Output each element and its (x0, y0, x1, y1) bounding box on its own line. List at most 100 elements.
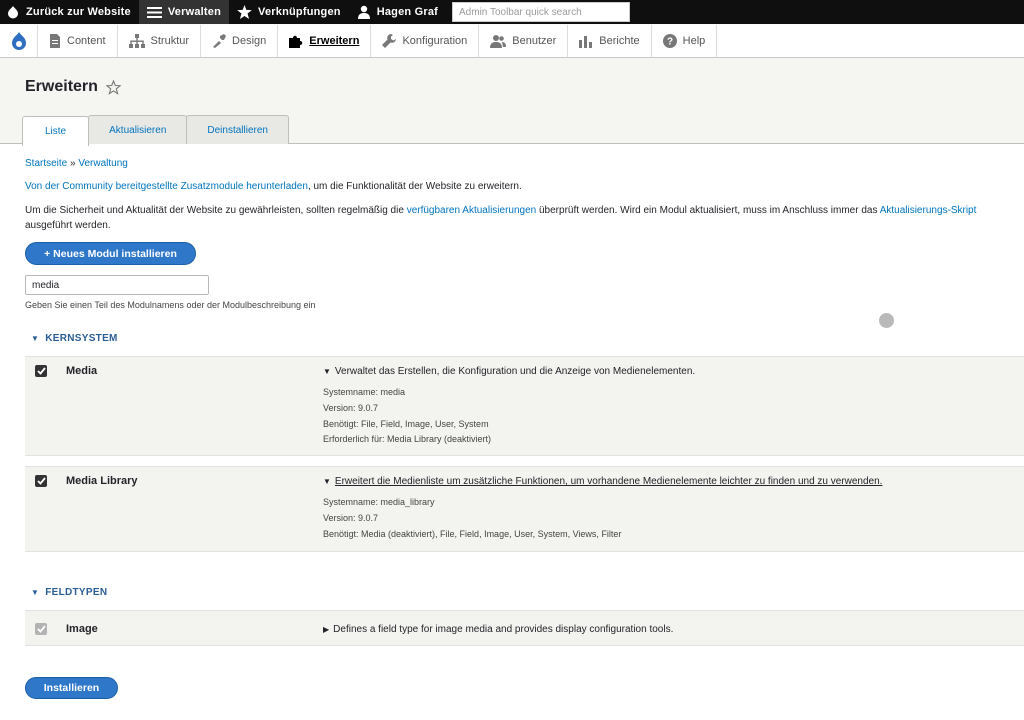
shortcuts-toolbar-item[interactable]: Verknüpfungen (229, 0, 349, 24)
svg-text:?: ? (667, 37, 673, 48)
tab-label: Aktualisieren (109, 124, 167, 136)
checkmark-icon (36, 367, 46, 375)
expand-triangle-icon: ▼ (323, 367, 331, 376)
user-toolbar-item[interactable]: Hagen Graf (349, 0, 446, 24)
breadcrumb-separator: » (70, 158, 76, 169)
tray-item-content[interactable]: Content (38, 25, 118, 57)
page-header: Erweitern Liste Aktualisieren Deinstalli… (0, 58, 1024, 146)
group-toggle-field-types[interactable]: ▼ FELDTYPEN (31, 587, 107, 598)
back-to-site-label: Zurück zur Website (26, 6, 131, 18)
module-version: Version: 9.0.7 (323, 403, 379, 413)
module-description-toggle[interactable]: ▼ Erweitert die Medienliste um zusätzlich… (323, 476, 882, 487)
extend-icon (289, 35, 303, 48)
tray-item-appearance[interactable]: Design (201, 25, 279, 57)
manage-toolbar-item[interactable]: Verwalten (138, 0, 230, 24)
update-script-link[interactable]: Aktualisierungs-Skript (880, 205, 977, 216)
group-toggle-core[interactable]: ▼ KERNSYSTEM (31, 333, 118, 344)
content-icon (50, 34, 60, 48)
security-text: Um die Sicherheit und Aktualität der Web… (25, 205, 407, 216)
tray-item-people[interactable]: Benutzer (479, 25, 569, 57)
module-machine-name: Systemname: media (323, 387, 406, 397)
manage-label: Verwalten (167, 6, 222, 18)
module-checkbox-image (35, 623, 47, 635)
download-modules-link[interactable]: Von der Community bereitgestellte Zusatz… (25, 181, 308, 192)
tab-update[interactable]: Aktualisieren (88, 115, 188, 144)
intro-paragraph: Von der Community bereitgestellte Zusatz… (25, 180, 1015, 194)
drupal-icon (8, 6, 18, 19)
tray-item-extend[interactable]: Erweitern (278, 25, 372, 57)
admin-menu-tray: Content Struktur Design Erweitern Konfig… (0, 25, 1024, 58)
help-icon: ? (662, 34, 677, 48)
available-updates-link[interactable]: verfügbaren Aktualisierungen (407, 205, 537, 216)
tray-item-label: Konfiguration (402, 35, 468, 47)
module-name: Media Library (66, 475, 138, 487)
page-title: Erweitern (25, 78, 121, 96)
security-text: überprüft werden. Wird ein Modul aktuali… (536, 205, 880, 216)
drupal-icon (11, 32, 26, 50)
tray-item-label: Erweitern (309, 35, 360, 47)
module-name: Media (66, 365, 98, 377)
back-to-site-link[interactable]: Zurück zur Website (0, 0, 139, 24)
module-machine-name: Systemname: media_library (323, 497, 435, 507)
install-new-module-button[interactable]: + Neues Modul installieren (25, 242, 196, 265)
module-requires: Benötigt: File, Field, Image, User, Syst… (323, 419, 489, 429)
module-description-toggle[interactable]: ▼ Verwaltet das Erstellen, die Konfigurat… (323, 366, 695, 377)
security-paragraph: Um die Sicherheit und Aktualität der Web… (25, 203, 1015, 233)
tray-item-configuration[interactable]: Konfiguration (371, 25, 480, 57)
appearance-icon (213, 34, 227, 48)
tab-uninstall[interactable]: Deinstallieren (186, 115, 289, 144)
tray-item-label: Benutzer (512, 35, 557, 47)
module-checkbox-media[interactable] (35, 365, 47, 377)
intro-text: , um die Funktionalität der Website zu e… (307, 181, 522, 192)
filter-description: Geben Sie einen Teil des Modulnamens ode… (25, 300, 316, 310)
module-row-image: Image ▶ Defines a field type for image me… (25, 610, 1024, 646)
tray-item-label: Struktur (150, 35, 190, 47)
module-row-media-library: Media Library ▼ Erweitert die Medienliste… (25, 466, 1024, 552)
module-description: Erweitert die Medienliste um zusätzliche… (334, 476, 883, 487)
admin-toolbar: Zurück zur Website Verwalten Verknüpfung… (0, 0, 1024, 24)
tray-item-reports[interactable]: Berichte (568, 25, 652, 57)
admin-toolbar-search-input[interactable] (452, 2, 631, 22)
breadcrumb: Startseite » Verwaltung (25, 158, 128, 169)
reports-icon (579, 36, 593, 48)
drupal-logo[interactable] (0, 25, 38, 57)
module-filter-input[interactable] (25, 275, 209, 295)
module-checkbox-media-library[interactable] (35, 475, 47, 487)
group-title: KERNSYSTEM (45, 333, 118, 344)
tab-list[interactable]: Liste (22, 116, 90, 146)
user-icon (357, 5, 370, 19)
group-title: FELDTYPEN (45, 587, 108, 598)
breadcrumb-home-link[interactable]: Startseite (25, 158, 67, 169)
checkmark-icon (36, 625, 46, 633)
shortcuts-label: Verknüpfungen (258, 6, 341, 18)
tab-label: Liste (45, 126, 67, 137)
primary-tabs: Liste Aktualisieren Deinstallieren (22, 115, 289, 146)
expand-triangle-icon: ▼ (323, 477, 331, 486)
people-icon (490, 35, 507, 48)
tray-item-help[interactable]: ? Help (652, 25, 718, 57)
module-description: Verwaltet das Erstellen, die Konfigurati… (334, 366, 696, 377)
tray-item-structure[interactable]: Struktur (118, 25, 202, 57)
shortcut-star-icon[interactable] (105, 79, 121, 95)
tray-item-label: Berichte (599, 35, 640, 47)
structure-icon (128, 34, 145, 48)
module-name: Image (66, 623, 98, 635)
module-description-toggle[interactable]: ▶ Defines a field type for image media an… (323, 624, 673, 635)
module-row-media: Media ▼ Verwaltet das Erstellen, die Konf… (25, 356, 1024, 456)
tab-label: Deinstallieren (207, 124, 268, 136)
security-text: ausgeführt werden. (25, 220, 111, 231)
collapse-triangle-icon: ▼ (31, 334, 40, 343)
collapse-triangle-icon: ▼ (31, 588, 40, 597)
module-version: Version: 9.0.7 (323, 513, 379, 523)
star-icon (237, 5, 252, 19)
menu-icon (146, 6, 162, 18)
page-title-text: Erweitern (25, 78, 98, 95)
breadcrumb-admin-link[interactable]: Verwaltung (78, 158, 127, 169)
install-button[interactable]: Installieren (25, 677, 118, 699)
user-label: Hagen Graf (376, 6, 439, 18)
tray-item-label: Help (682, 35, 706, 47)
checkmark-icon (36, 477, 46, 485)
collapsed-triangle-icon: ▶ (323, 625, 330, 634)
module-required-by: Erforderlich für: Media Library (deaktiv… (323, 434, 492, 444)
module-requires: Benötigt: Media (deaktiviert), File, Fie… (323, 529, 622, 539)
